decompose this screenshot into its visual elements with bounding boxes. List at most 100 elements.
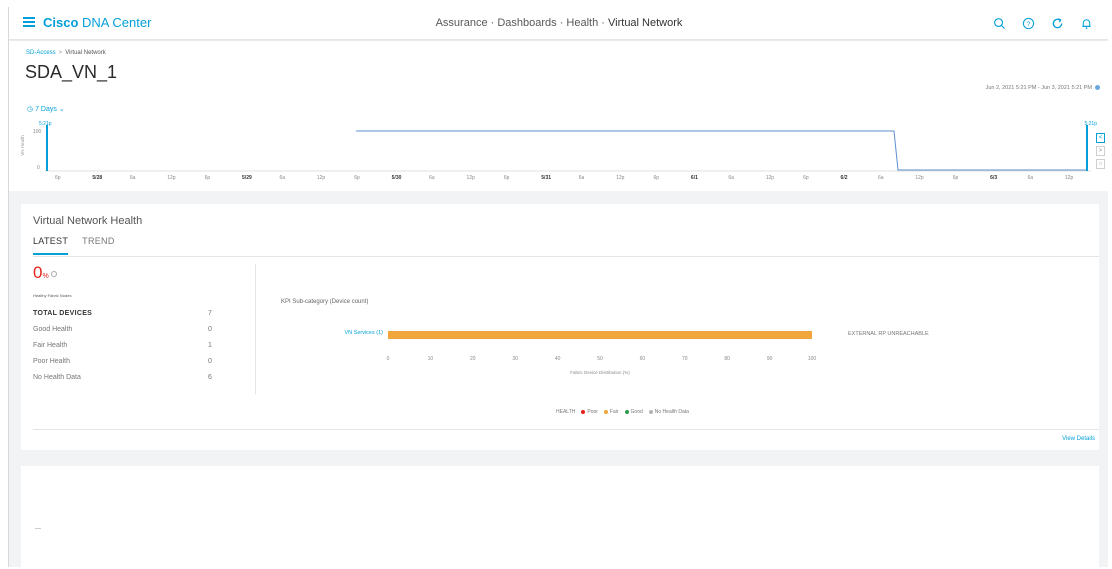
timeline-tick: 6p [503,175,510,181]
healthy-fabric-nodes-label: Healthy Fabric Nodes [33,293,72,298]
timeline-tick: 6a [279,175,285,181]
timeline-start-handle [46,125,48,171]
distribution-axis-tick: 0 [386,356,390,362]
timeline-tick: 6p [55,175,61,181]
legend-no-health-data: No Health Data [648,409,689,415]
app-frame: Cisco DNA Center Assurance · Dashboards … [8,7,1108,567]
breadcrumb-path: Assurance · Dashboards · Health · [435,17,609,29]
timeline-tick: 6p [952,175,959,181]
header-area: SD-Access > Virtual Network SDA_VN_1 Jun 2… [9,41,1108,191]
refresh-icon[interactable] [1050,16,1064,30]
timeline-tick: 12p [915,175,924,181]
tab-trend[interactable]: TREND [82,236,115,255]
timeline-tick: 6a [129,175,136,181]
timeline-tick: 6a [1027,175,1034,181]
vn-services-bar[interactable] [388,331,812,339]
timeline-tick: 5/31 [541,175,552,181]
timeline-tick: 12p [316,175,326,181]
breadcrumb: SD-Access > Virtual Network [26,50,106,56]
bell-icon[interactable] [1079,16,1093,30]
card-footer-divider [33,429,1099,430]
legend-dot-good [624,410,629,414]
legend-dot-fair [603,410,608,414]
stat-poor-health: Poor Health 0 [33,358,212,365]
timeline-tick: 12p [1065,175,1074,181]
stat-no-health-data: No Health Data 6 [33,374,212,381]
chevron-down-icon: ⌄ [58,106,65,113]
distribution-axis-tick: 80 [724,356,730,362]
timeline-end-handle [1086,125,1088,171]
distribution-axis-tick: 30 [512,356,518,362]
health-timeline[interactable]: 5:21p 5:21p 100 0 VN Health 6p 5/28 6a 12p 6… [9,117,1108,187]
percent-unit: % [42,273,49,280]
legend-good: Good [624,409,643,415]
legend-fair: Fair [603,409,619,415]
stat-fair-health: Fair Health 1 [33,342,212,349]
bar-annotation: EXTERNAL RP UNREACHABLE [848,331,929,337]
breadcrumb-current-page: Virtual Network [65,50,106,56]
search-icon[interactable] [992,16,1006,30]
secondary-card [21,466,1099,567]
vn-services-link[interactable]: VN Services (1) [321,330,383,336]
timeline-tick: 6a [429,175,435,181]
time-range-selector[interactable]: ◷ 7 Days ⌄ [27,105,65,113]
timeline-tick: 6a [578,175,585,181]
timeline-tick: 6/2 [840,175,848,181]
timeline-tick: 5/28 [92,175,103,181]
legend-dot-no-data [648,410,653,414]
timeline-tick: 6a [877,175,884,181]
distribution-axis-tick: 100 [807,356,817,362]
time-range-value: 7 Days [35,106,57,113]
health-legend: HEALTH Poor Fair Good No Health Data [556,409,689,415]
virtual-network-health-card: Virtual Network Health LATEST TREND 0% H… [21,204,1099,450]
timeline-tick: 6p [354,175,360,181]
legend-title: HEALTH [556,409,576,415]
distribution-axis-tick: 60 [639,356,646,362]
distribution-axis-tick: 90 [766,356,773,362]
view-details-link[interactable]: View Details [1062,436,1095,442]
timeline-tick: 5/30 [391,175,402,181]
svg-text:?: ? [1026,20,1030,27]
distribution-axis-tick: 40 [554,356,561,362]
breadcrumb-separator: > [58,50,63,56]
healthy-percentage: 0% [33,263,57,283]
breadcrumb-current: Virtual Network [608,17,683,29]
timeline-tick: 6a [728,175,734,181]
top-navigation-bar: Cisco DNA Center Assurance · Dashboards … [9,7,1108,40]
page-breadcrumb-title: Assurance · Dashboards · Health · Virtua… [9,17,1108,29]
distribution-axis-tick: 50 [597,356,603,362]
timeline-tick: 12p [466,175,475,181]
distribution-axis-tick: 20 [470,356,476,362]
timeline-next-button[interactable]: > [1096,146,1105,156]
timeline-tick: 6/3 [990,175,998,181]
clock-icon: ◷ [27,106,34,113]
stat-good-health: Good Health 0 [33,326,212,333]
health-tabs: LATEST TREND [33,236,115,255]
timeline-tick: 6/1 [690,175,698,181]
timeline-tick: 12p [616,175,625,181]
distribution-axis-tick: 10 [427,356,434,362]
timeline-tick: 5/29 [242,175,252,181]
date-range: Jun 2, 2021 5:21 PM - Jun 3, 2021 5:21 P… [986,85,1100,91]
timeline-reset-button[interactable]: ○ [1096,159,1105,169]
timeline-prev-button[interactable]: < [1096,133,1105,143]
distribution-axis-title: Fabric Device Distribution (%) [570,370,630,375]
health-line [356,130,1086,171]
help-icon[interactable]: ? [1021,16,1035,30]
timeline-tick: 12p [765,175,775,181]
breadcrumb-link-sd-access[interactable]: SD-Access [26,50,56,56]
timeline-tick: 6p [803,175,809,181]
timeline-tick: 12p [167,175,176,181]
vertical-divider [255,264,256,394]
distribution-axis-tick: 70 [682,356,688,362]
page-title: SDA_VN_1 [25,62,118,82]
info-dot-icon[interactable] [1095,85,1100,91]
tab-latest[interactable]: LATEST [33,236,69,255]
timeline-tick: 6p [204,175,211,181]
stat-total-devices: TOTAL DEVICES 7 [33,310,213,317]
legend-dot-poor [581,410,586,414]
tabs-divider [33,256,1099,257]
top-icons: ? [992,16,1093,30]
info-icon[interactable] [50,270,57,277]
kpi-subcategory-title: KPI Sub-category (Device count) [281,299,369,305]
